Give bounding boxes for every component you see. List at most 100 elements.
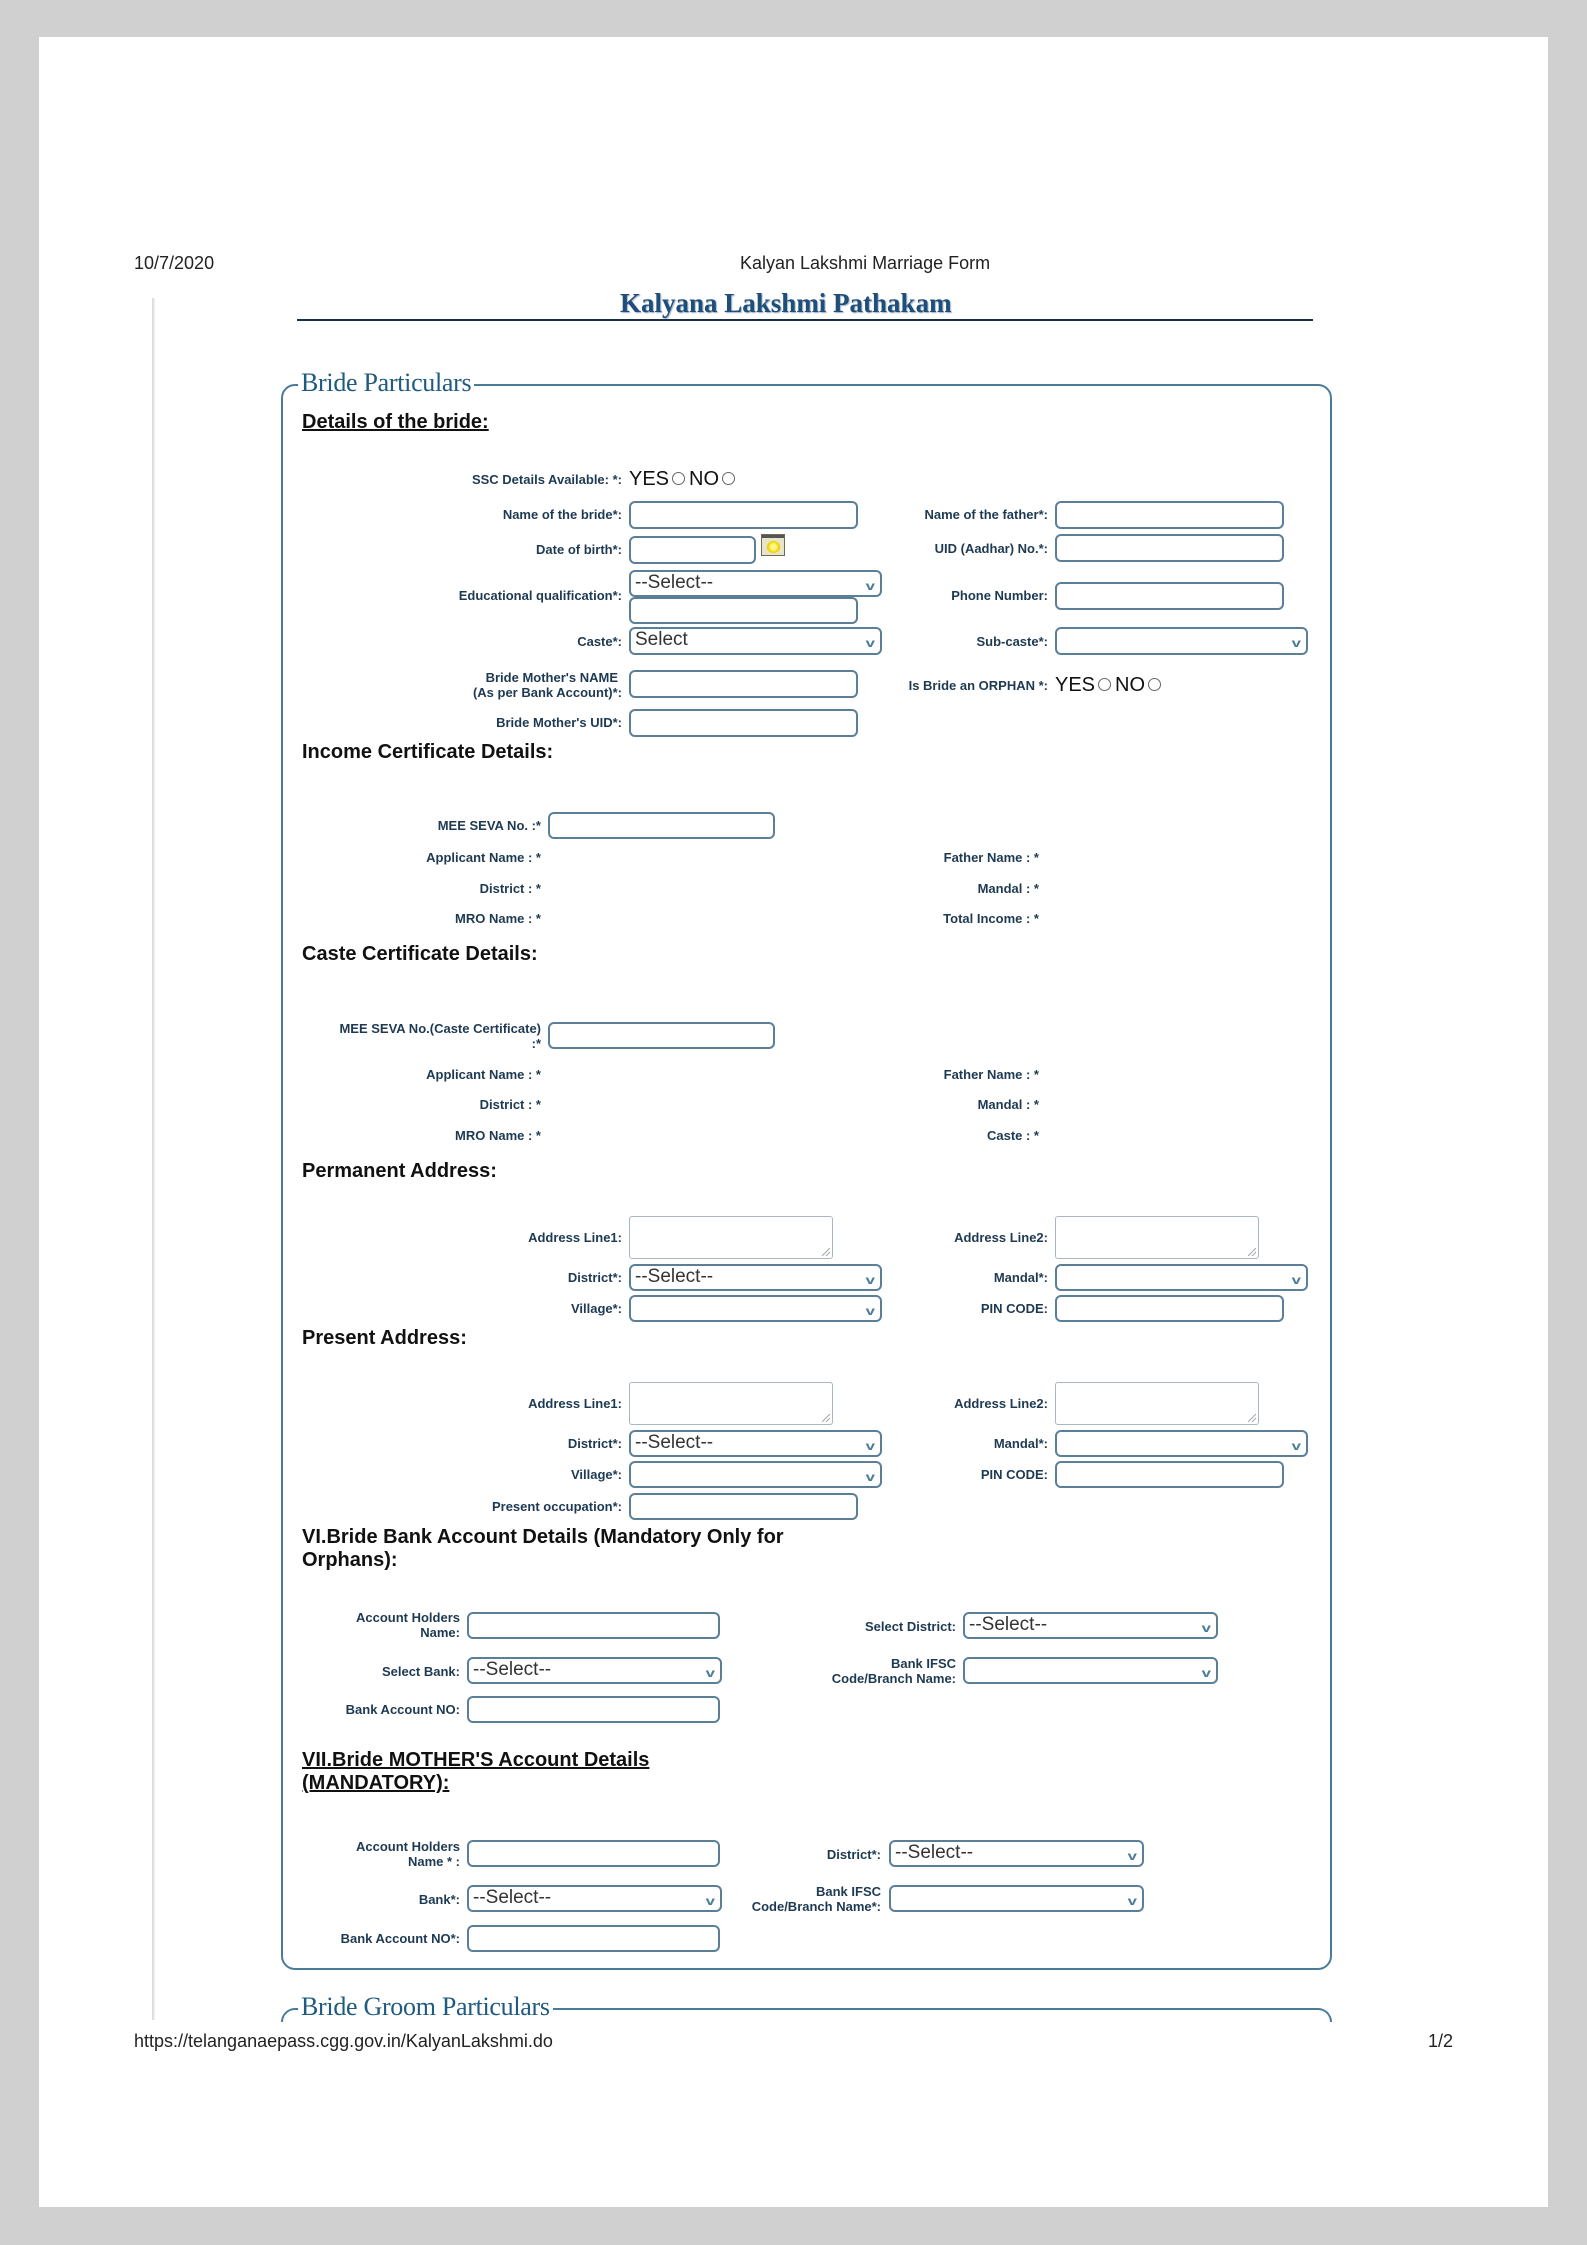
- income-district-label: District : *: [479, 881, 541, 896]
- perm-mandal-label: Mandal*:: [993, 1270, 1048, 1285]
- perm-mandal-select[interactable]: v: [1055, 1264, 1308, 1291]
- chevron-down-icon: v: [865, 1304, 876, 1318]
- chevron-down-icon: v: [1127, 1894, 1138, 1908]
- present-address-heading: Present Address:: [302, 1327, 467, 1349]
- print-date: 10/7/2020: [134, 253, 215, 273]
- bride-ifsc-select[interactable]: v: [963, 1657, 1218, 1684]
- pres-village-select[interactable]: v: [629, 1461, 882, 1488]
- details-of-bride-heading: Details of the bride:: [302, 411, 489, 433]
- chevron-down-icon: v: [865, 1273, 876, 1287]
- mother-district-select[interactable]: --Select-- v: [889, 1840, 1144, 1867]
- mother-uid-input[interactable]: [629, 709, 858, 737]
- pres-district-label: District*:: [567, 1436, 622, 1451]
- education-select[interactable]: --Select-- v: [629, 570, 882, 597]
- pres-mandal-label: Mandal*:: [993, 1436, 1048, 1451]
- perm-line2-label: Address Line2:: [954, 1230, 1048, 1245]
- income-mro-label: MRO Name : *: [455, 911, 541, 926]
- chevron-down-icon: v: [865, 1439, 876, 1453]
- income-meeseva-input[interactable]: [548, 812, 775, 839]
- bride-district-value: --Select--: [969, 1614, 1048, 1635]
- caste-meeseva-input[interactable]: [548, 1022, 775, 1049]
- caste-select[interactable]: Select v: [629, 627, 882, 655]
- print-page-number: 1/2: [1428, 2031, 1454, 2051]
- caste-district-label: District : *: [479, 1097, 541, 1112]
- groom-particulars-legend: Bride Groom Particulars: [298, 1993, 553, 2021]
- mother-district-value: --Select--: [895, 1842, 974, 1863]
- ssc-no-radio[interactable]: [722, 471, 736, 485]
- mother-bank-select[interactable]: --Select-- v: [467, 1885, 722, 1912]
- ssc-label: SSC Details Available: *:: [471, 472, 622, 487]
- pres-line1-textarea[interactable]: [629, 1382, 833, 1425]
- orphan-no-radio[interactable]: [1148, 677, 1162, 691]
- mother-holder-input[interactable]: [467, 1840, 720, 1867]
- mother-name-label-line2: (As per Bank Account)*:: [472, 685, 622, 700]
- caste-meeseva-label-line2: :*: [531, 1036, 541, 1051]
- perm-line1-label: Address Line1:: [528, 1230, 622, 1245]
- pres-line2-textarea[interactable]: [1055, 1382, 1259, 1425]
- education-label: Educational qualification*:: [458, 588, 622, 603]
- bride-bank-select[interactable]: --Select-- v: [467, 1657, 722, 1684]
- resize-grip-icon[interactable]: [822, 1414, 830, 1422]
- chevron-down-icon: v: [705, 1666, 716, 1680]
- calendar-sun-glyph: [767, 541, 780, 553]
- ssc-yes-label: YES: [629, 468, 670, 490]
- chevron-down-icon: v: [865, 579, 876, 593]
- bride-bank-heading-line1: VI.Bride Bank Account Details (Mandatory…: [302, 1526, 784, 1548]
- uid-input[interactable]: [1055, 534, 1284, 562]
- caste-label: Caste*:: [577, 634, 622, 649]
- ssc-yes-radio[interactable]: [672, 471, 686, 485]
- income-total-label: Total Income : *: [943, 911, 1039, 926]
- pres-line1-label: Address Line1:: [528, 1396, 622, 1411]
- mother-name-input[interactable]: [629, 670, 858, 698]
- occupation-input[interactable]: [629, 1493, 858, 1520]
- mother-name-label-line1: Bride Mother's NAME: [485, 670, 618, 685]
- bride-account-input[interactable]: [467, 1696, 720, 1723]
- calendar-icon[interactable]: [761, 534, 785, 556]
- bride-name-input[interactable]: [629, 501, 858, 529]
- mother-account-input[interactable]: [467, 1925, 720, 1952]
- phone-label: Phone Number:: [951, 588, 1048, 603]
- father-name-input[interactable]: [1055, 501, 1284, 529]
- perm-pin-input[interactable]: [1055, 1295, 1284, 1322]
- caste-meeseva-label-line1: MEE SEVA No.(Caste Certificate): [339, 1021, 541, 1036]
- orphan-radio-group: YES NO: [1055, 674, 1165, 696]
- chevron-down-icon: v: [1201, 1621, 1212, 1635]
- income-meeseva-label: MEE SEVA No. :*: [437, 818, 541, 833]
- resize-grip-icon[interactable]: [1248, 1248, 1256, 1256]
- perm-district-label: District*:: [567, 1270, 622, 1285]
- education-other-input[interactable]: [629, 597, 858, 624]
- chevron-down-icon: v: [1291, 636, 1302, 650]
- pres-mandal-select[interactable]: v: [1055, 1430, 1308, 1457]
- chevron-down-icon: v: [1201, 1666, 1212, 1680]
- perm-village-select[interactable]: v: [629, 1295, 882, 1322]
- title-divider: [297, 319, 1313, 321]
- bride-bank-heading: VI.Bride Bank Account Details (Mandatory…: [302, 1526, 784, 1572]
- mother-ifsc-label-line2: Code/Branch Name*:: [751, 1899, 881, 1914]
- perm-line2-textarea[interactable]: [1055, 1216, 1259, 1259]
- phone-input[interactable]: [1055, 582, 1284, 610]
- dob-input[interactable]: [629, 536, 756, 564]
- caste-select-value: Select: [635, 629, 688, 650]
- caste-mro-label: MRO Name : *: [455, 1128, 541, 1143]
- bride-holder-input[interactable]: [467, 1612, 720, 1639]
- perm-line1-textarea[interactable]: [629, 1216, 833, 1259]
- mother-ifsc-select[interactable]: v: [889, 1885, 1144, 1912]
- mother-holder-label-line1: Account Holders: [355, 1839, 460, 1854]
- subcaste-select[interactable]: v: [1055, 627, 1308, 655]
- mother-bank-label: Bank*:: [418, 1892, 460, 1907]
- pres-pin-input[interactable]: [1055, 1461, 1284, 1488]
- bride-district-select[interactable]: --Select-- v: [963, 1612, 1218, 1639]
- mother-district-label: District*:: [826, 1847, 881, 1862]
- orphan-yes-radio[interactable]: [1098, 677, 1112, 691]
- resize-grip-icon[interactable]: [1248, 1414, 1256, 1422]
- resize-grip-icon[interactable]: [822, 1248, 830, 1256]
- mother-holder-label: Account Holders Name * :: [356, 1839, 460, 1869]
- pres-district-select[interactable]: --Select-- v: [629, 1430, 882, 1457]
- bride-ifsc-label-line2: Code/Branch Name:: [831, 1671, 956, 1686]
- bride-bank-heading-line2: Orphans):: [302, 1549, 398, 1571]
- bride-bank-label: Select Bank:: [381, 1664, 460, 1679]
- orphan-no-label: NO: [1115, 674, 1146, 696]
- pres-pin-label: PIN CODE:: [980, 1467, 1048, 1482]
- chevron-down-icon: v: [1127, 1849, 1138, 1863]
- perm-district-select[interactable]: --Select-- v: [629, 1264, 882, 1291]
